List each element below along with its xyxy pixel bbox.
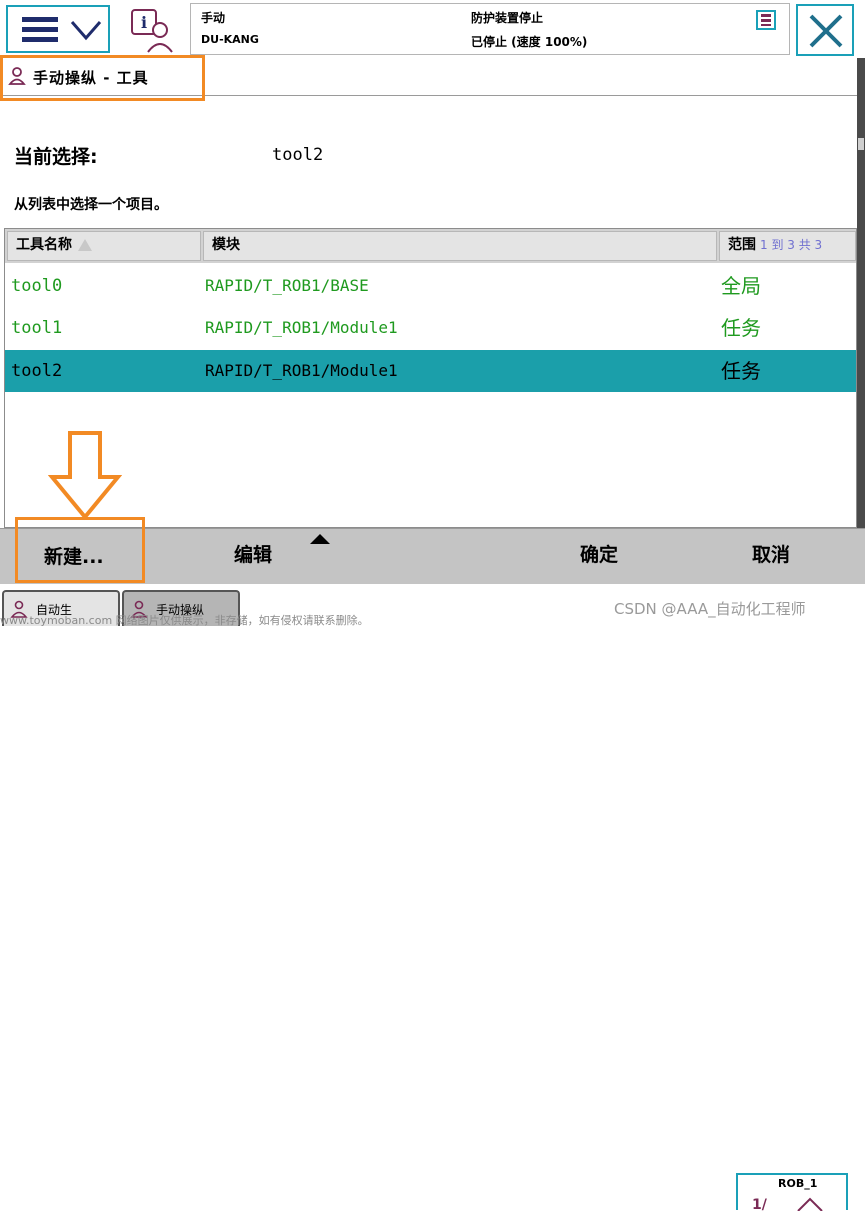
svg-text:i: i: [141, 13, 147, 32]
table-header: 工具名称 模块 范围 1 到 3 共 3: [5, 229, 856, 263]
cancel-button[interactable]: 取消: [752, 540, 790, 567]
program-status-icon: [756, 10, 776, 30]
hamburger-icon: [22, 17, 58, 43]
event-log-icon[interactable]: i: [126, 6, 180, 54]
window-title: 手动操纵 - 工具: [33, 69, 149, 87]
tool-range: 任务: [721, 316, 761, 340]
tool-name: tool2: [11, 361, 63, 381]
column-header-name[interactable]: 工具名称: [7, 231, 201, 261]
tool-range: 全局: [721, 274, 761, 298]
new-button-label: 新建...: [44, 546, 104, 568]
window-title-row: 手动操纵 - 工具: [0, 55, 865, 101]
tool-module: RAPID/T_ROB1/BASE: [205, 276, 369, 295]
status-panel[interactable]: 手动 DU-KANG 防护装置停止 已停止 (速度 100%): [190, 3, 790, 55]
sort-ascending-icon: [78, 239, 92, 251]
tool-range: 任务: [721, 359, 761, 383]
close-button[interactable]: [796, 4, 854, 56]
tool-name: tool0: [11, 276, 63, 296]
column-header-name-label: 工具名称: [16, 237, 72, 253]
tool-name: tool1: [11, 318, 63, 338]
robot-selector[interactable]: ROB_1 1/: [736, 1173, 848, 1211]
tool-table: 工具名称 模块 范围 1 到 3 共 3 tool0 RAPID/T_ROB1/B…: [4, 228, 857, 528]
tool-module: RAPID/T_ROB1/Module1: [205, 361, 398, 380]
controller-name: DU-KANG: [201, 33, 259, 46]
down-arrow-icon: [48, 431, 122, 521]
ok-button[interactable]: 确定: [580, 540, 618, 567]
tool-module: RAPID/T_ROB1/Module1: [205, 318, 398, 337]
right-scroll-edge: [857, 58, 865, 528]
close-icon: [809, 14, 843, 48]
column-header-module-label: 模块: [212, 237, 240, 253]
run-state: 已停止 (速度 100%): [471, 35, 588, 49]
window-title-tab: 手动操纵 - 工具: [0, 55, 205, 101]
svg-text:1/: 1/: [752, 1197, 768, 1211]
column-header-module[interactable]: 模块: [203, 231, 717, 261]
row-count: 1 到 3 共 3: [760, 238, 823, 252]
column-header-range-label: 范围: [728, 237, 756, 253]
current-selection-label: 当前选择:: [14, 146, 98, 168]
main-menu-button[interactable]: [6, 5, 110, 53]
current-selection-value: tool2: [272, 145, 324, 165]
column-header-range[interactable]: 范围 1 到 3 共 3: [719, 231, 856, 261]
table-row[interactable]: tool0 RAPID/T_ROB1/BASE 全局: [5, 265, 856, 307]
table-row[interactable]: tool1 RAPID/T_ROB1/Module1 任务: [5, 307, 856, 349]
instruction-text: 从列表中选择一个项目。: [14, 197, 168, 213]
menu-up-caret-icon: [310, 534, 330, 544]
new-button[interactable]: 新建...: [15, 517, 145, 583]
jogging-icon: [8, 67, 26, 85]
edit-button[interactable]: 编辑: [234, 540, 272, 567]
csdn-credit: CSDN @AAA_自动化工程师: [614, 600, 806, 618]
operating-mode: 手动: [201, 11, 226, 25]
top-bar: i 手动 DU-KANG 防护装置停止 已停止 (速度 100%): [0, 0, 865, 58]
robot-icon: 1/: [752, 1197, 823, 1211]
safety-status: 防护装置停止: [471, 11, 544, 25]
table-row-selected[interactable]: tool2 RAPID/T_ROB1/Module1 任务: [5, 350, 856, 392]
chevron-down-icon: [70, 21, 102, 41]
